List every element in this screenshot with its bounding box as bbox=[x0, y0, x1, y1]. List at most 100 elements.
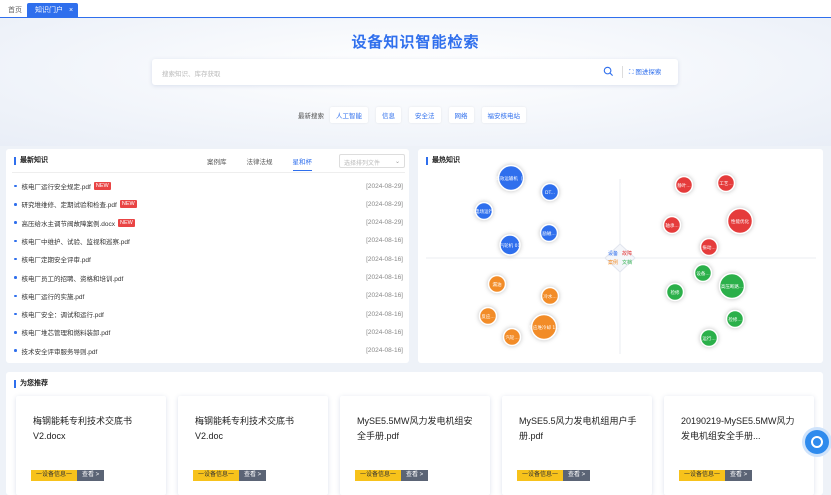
tab-home[interactable]: 首页 bbox=[2, 3, 28, 18]
tab-laws[interactable]: 法律法规 bbox=[247, 156, 273, 171]
list-item[interactable]: 技术安全评审服务导则.pdf [2024-08-16] bbox=[14, 342, 403, 360]
bubble-label: 风电场运行... bbox=[471, 208, 498, 215]
list-item[interactable]: 高压给水主调节阀故障案例.docx NEW [2024-08-29] bbox=[14, 214, 403, 232]
recommendation-panel: 为您推荐 梅钢能耗专利技术交底书V2.docx 一设备信息一 查看 > 梅钢能耗专利技… bbox=[6, 372, 823, 495]
file-date: [2024-08-29] bbox=[366, 219, 403, 227]
bubble-label: 励磁... bbox=[542, 230, 555, 237]
hot-topic-bubble[interactable]: 静叶... bbox=[674, 175, 694, 195]
center-diamond bbox=[604, 243, 636, 273]
hot-topic-bubble[interactable]: 设备... bbox=[693, 263, 713, 283]
list-item[interactable]: 核电厂运行的实施.pdf [2024-08-16] bbox=[14, 287, 403, 305]
recent-search-label: 最新搜索 bbox=[298, 113, 324, 120]
hot-topic-bubble[interactable]: 高效运输机（... bbox=[495, 164, 527, 192]
file-name: 核电厂安全：调试和运行.pdf bbox=[21, 312, 104, 320]
hot-topic-bubble[interactable]: 风电场运行... bbox=[471, 201, 498, 221]
bullet-icon bbox=[14, 349, 17, 352]
image-search-button[interactable]: ⛶ 图进探索 bbox=[629, 66, 661, 77]
bullet-icon bbox=[14, 221, 17, 224]
list-item[interactable]: 核电厂堆芯管理和燃料装卸.pdf [2024-08-16] bbox=[14, 323, 403, 341]
divider bbox=[12, 172, 405, 173]
bullet-icon bbox=[14, 312, 17, 316]
search-box[interactable]: 搜索知识、库存获取 ⛶ 图进探索 bbox=[152, 59, 678, 85]
hot-topic-bubble[interactable]: 冷水... bbox=[540, 286, 560, 306]
recommendation-card[interactable]: 20190219-MySE5.5MW风力发电机组安全手册... 一设备信息一 查看 … bbox=[664, 396, 814, 495]
recommendation-card[interactable]: 梅钢能耗专利技术交底书V2.docx 一设备信息一 查看 > bbox=[16, 396, 166, 495]
bubble-label: 运行... bbox=[702, 335, 715, 342]
bubble-label: 静叶... bbox=[677, 182, 690, 189]
hot-topic-bubble[interactable]: DT... bbox=[540, 182, 560, 202]
assistant-icon bbox=[811, 436, 823, 448]
recommendation-card[interactable]: MySE5.5MW风力发电机组安全手册.pdf 一设备信息一 查看 > bbox=[340, 396, 490, 495]
file-sort-select[interactable]: 选择排列文件 ⌄ bbox=[339, 154, 405, 168]
list-item[interactable]: 核电厂员工的招聘、资格和培训.pdf [2024-08-16] bbox=[14, 269, 403, 287]
search-chip[interactable]: 安全法 bbox=[409, 107, 441, 123]
file-date: [2024-08-29] bbox=[366, 200, 403, 208]
view-button[interactable]: 查看 > bbox=[239, 470, 267, 481]
recommendation-card[interactable]: 梅钢能耗专利技术交底书V2.doc 一设备信息一 查看 > bbox=[178, 396, 328, 495]
tab-star-cup[interactable]: 星和杯 bbox=[292, 156, 312, 171]
view-button[interactable]: 查看 > bbox=[401, 470, 429, 481]
search-input[interactable]: 搜索知识、库存获取 bbox=[162, 68, 221, 78]
file-name: 技术安全评审服务导则.pdf bbox=[21, 348, 98, 356]
file-date: [2024-08-16] bbox=[366, 255, 403, 263]
assistant-float-button[interactable] bbox=[805, 430, 829, 454]
bubble-label: 性能优化 bbox=[731, 218, 749, 225]
view-button[interactable]: 查看 > bbox=[725, 470, 753, 481]
bubble-label: 检修... bbox=[728, 316, 741, 323]
list-item[interactable]: 核电厂安全：调试和运行.pdf [2024-08-16] bbox=[14, 305, 403, 323]
hot-topic-bubble[interactable]: 高压断路... bbox=[718, 272, 746, 300]
hot-topic-bubble[interactable]: 振动... bbox=[699, 237, 719, 257]
bubble-label: 振动... bbox=[702, 244, 715, 251]
panel-title: 最新知识 bbox=[14, 157, 48, 165]
close-icon[interactable]: × bbox=[69, 7, 73, 14]
bubble-label: 工艺... bbox=[719, 181, 732, 187]
file-date: [2024-08-16] bbox=[366, 274, 403, 281]
file-date: [2024-08-16] bbox=[366, 292, 403, 300]
list-item[interactable]: 核电厂中维护、试验、监视和巡察.pdf [2024-08-16] bbox=[14, 232, 403, 250]
hot-topic-bubble[interactable]: 性能优化 bbox=[726, 207, 754, 235]
center-label: 文档 bbox=[622, 259, 632, 266]
hot-topic-bubble[interactable]: 励磁... bbox=[539, 223, 559, 243]
search-chip[interactable]: 网络 bbox=[448, 107, 474, 123]
file-date: [2024-08-16] bbox=[366, 328, 403, 336]
recommendation-card[interactable]: MySE5.5风力发电机组用户手册.pdf 一设备信息一 查看 > bbox=[502, 396, 652, 495]
hero-search-area: 设备知识智能检索 搜索知识、库存获取 ⛶ 图进探索 最新搜索 人工智能 信息 安… bbox=[0, 19, 831, 146]
hot-topic-bubble[interactable]: 运行... bbox=[699, 328, 719, 348]
new-badge: NEW bbox=[119, 200, 137, 209]
list-item[interactable]: 核电厂定期安全评审.pdf [2024-08-16] bbox=[14, 250, 403, 268]
file-date: [2024-08-16] bbox=[366, 237, 403, 245]
card-title: 梅钢能耗专利技术交底书V2.doc bbox=[195, 416, 295, 441]
hot-topic-bubble[interactable]: 漏油 bbox=[487, 274, 507, 294]
hot-topic-bubble[interactable]: 工艺... bbox=[716, 173, 736, 193]
new-badge: NEW bbox=[118, 218, 135, 227]
hot-topic-bubble[interactable]: 汽轮机 01 bbox=[499, 234, 521, 256]
latest-knowledge-panel: 最新知识 案例库 法律法规 星和杯 选择排列文件 ⌄ 核电厂运行安全规定.pdf… bbox=[6, 149, 409, 363]
view-button[interactable]: 查看 > bbox=[563, 470, 591, 481]
hot-topic-bubble[interactable]: 检修... bbox=[725, 309, 745, 329]
center-label: 设备 bbox=[608, 250, 618, 257]
bullet-icon bbox=[14, 294, 17, 298]
list-item[interactable]: 核电厂运行安全规定.pdf NEW [2024-08-29] bbox=[14, 177, 403, 195]
card-tag: 一设备信息一 查看 > bbox=[355, 470, 429, 481]
hot-topic-bubble[interactable]: 反应... bbox=[478, 306, 498, 326]
search-icon[interactable] bbox=[603, 66, 614, 77]
image-search-label: 图进探索 bbox=[635, 69, 662, 76]
search-chip[interactable]: 信息 bbox=[376, 107, 401, 123]
search-chip[interactable]: 人工智能 bbox=[330, 107, 368, 123]
view-button[interactable]: 查看 > bbox=[77, 470, 105, 481]
hot-topic-bubble[interactable]: 汽轮... bbox=[502, 327, 522, 347]
file-name: 高压给水主调节阀故障案例.docx bbox=[21, 220, 116, 228]
bubble-label: 轴承... bbox=[665, 222, 678, 229]
hot-topic-bubble[interactable]: 检修 bbox=[665, 282, 685, 302]
hot-topic-bubble[interactable]: 反应堆冷却 1... bbox=[528, 313, 560, 341]
search-chip[interactable]: 福安核电站 bbox=[481, 107, 526, 123]
tab-case-library[interactable]: 案例库 bbox=[207, 156, 227, 171]
hot-topic-bubble[interactable]: 轴承... bbox=[662, 215, 682, 235]
page-title: 设备知识智能检索 bbox=[351, 34, 480, 51]
bubble-label: 汽轮机 01 bbox=[500, 242, 521, 249]
card-tag: 一设备信息一 查看 > bbox=[193, 470, 267, 481]
panel-title: 为您推荐 bbox=[14, 380, 48, 388]
tab-knowledge-portal[interactable]: 知识门户 × bbox=[27, 3, 79, 18]
list-item[interactable]: 研究堆维修、定期试验和检查.pdf NEW [2024-08-29] bbox=[14, 195, 403, 213]
file-name: 研究堆维修、定期试验和检查.pdf bbox=[21, 202, 117, 210]
